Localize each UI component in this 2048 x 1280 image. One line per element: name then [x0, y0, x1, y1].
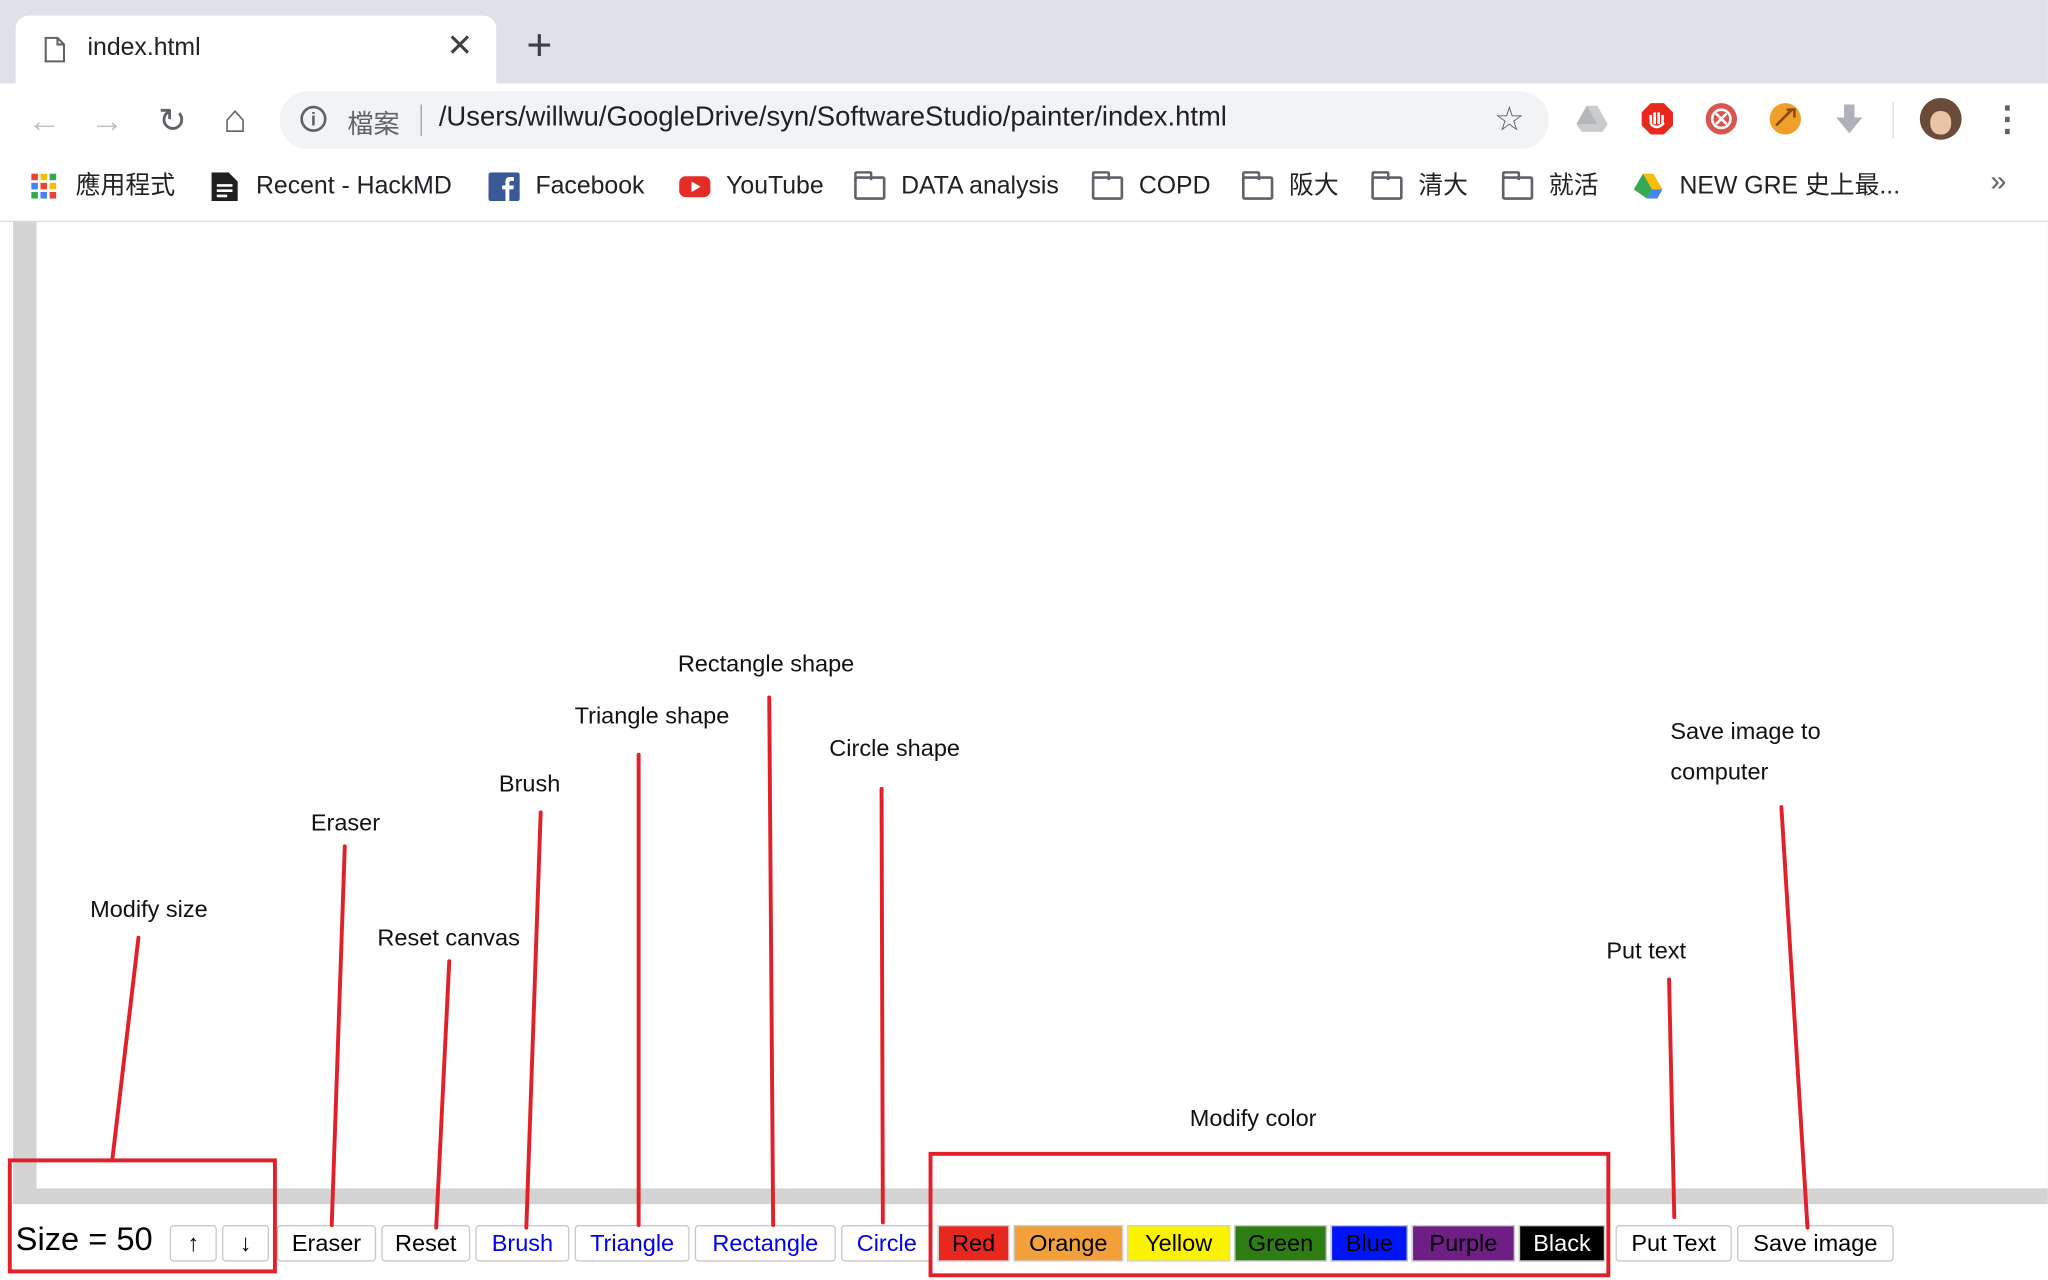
annotation-modify-size: Modify size	[90, 895, 208, 923]
annotation-line-circle	[879, 786, 885, 1225]
annotation-reset-canvas: Reset canvas	[377, 924, 520, 951]
annotation-line-rectangle	[767, 695, 776, 1227]
annotation-line-save	[1779, 805, 1810, 1230]
annotation-triangle-shape: Triangle shape	[574, 702, 730, 729]
annotation-line-size	[110, 935, 141, 1162]
annotation-eraser: Eraser	[310, 809, 381, 836]
annotation-line-brush	[524, 810, 543, 1230]
annotation-save-image-line1: Save image to	[1670, 718, 1821, 745]
annotation-line-reset	[434, 959, 452, 1230]
annotation-rectangle-shape: Rectangle shape	[677, 650, 855, 677]
annotation-save-image-line2: computer	[1670, 758, 1769, 785]
annotation-modify-color: Modify color	[1189, 1104, 1317, 1131]
annotation-lines	[110, 695, 1810, 1230]
annotation-put-text: Put text	[1606, 937, 1687, 964]
screen: index.html ✕ + ← → ↻ ⌂ i 檔案 /Users/willw…	[0, 0, 2048, 1280]
annotation-circle-shape: Circle shape	[829, 735, 960, 762]
annotation-brush: Brush	[498, 770, 561, 797]
annotation-line-put-text	[1667, 977, 1677, 1220]
annotation-line-eraser	[329, 844, 347, 1227]
